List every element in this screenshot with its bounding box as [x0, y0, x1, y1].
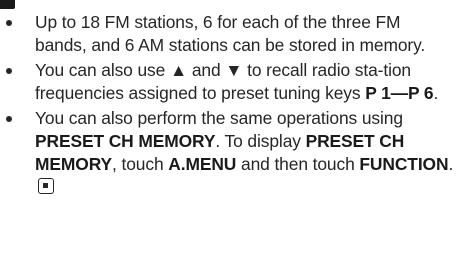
note-text: Up to 18 FM stations, 6 for each of the … [35, 12, 426, 55]
note-text-part: . [448, 153, 454, 174]
note-item-memory: Up to 18 FM stations, 6 for each of the … [3, 11, 455, 56]
function-button-label: FUNCTION [359, 153, 449, 174]
note-text-part: You can also use [35, 60, 170, 81]
note-text-part: and then touch [236, 153, 360, 174]
note-item-recall: You can also use ▲ and ▼ to recall radio… [3, 59, 455, 104]
bullet-icon [6, 20, 12, 26]
note-text-part: and [187, 60, 226, 81]
amenu-button-label: A.MENU [168, 153, 237, 174]
manual-page: Up to 18 FM stations, 6 for each of the … [0, 0, 459, 279]
preset-keys-label: P 1—P 6 [365, 82, 434, 103]
note-item-operations: You can also perform the same operations… [3, 107, 455, 197]
note-text-part: , touch [112, 153, 169, 174]
note-text-part: . To display [215, 130, 306, 151]
menu-name-label: PRESET CH MEMORY [35, 130, 216, 151]
up-arrow-symbol: ▲ [169, 60, 188, 81]
note-text-part: You can also perform the same operations… [35, 108, 403, 129]
bullet-icon [6, 116, 12, 123]
end-of-section-icon [38, 178, 54, 195]
down-arrow-symbol: ▼ [225, 60, 243, 81]
note-text-part: . [433, 82, 439, 103]
bullet-icon [6, 68, 12, 75]
section-marker [0, 0, 15, 9]
notes-list: Up to 18 FM stations, 6 for each of the … [3, 11, 455, 201]
